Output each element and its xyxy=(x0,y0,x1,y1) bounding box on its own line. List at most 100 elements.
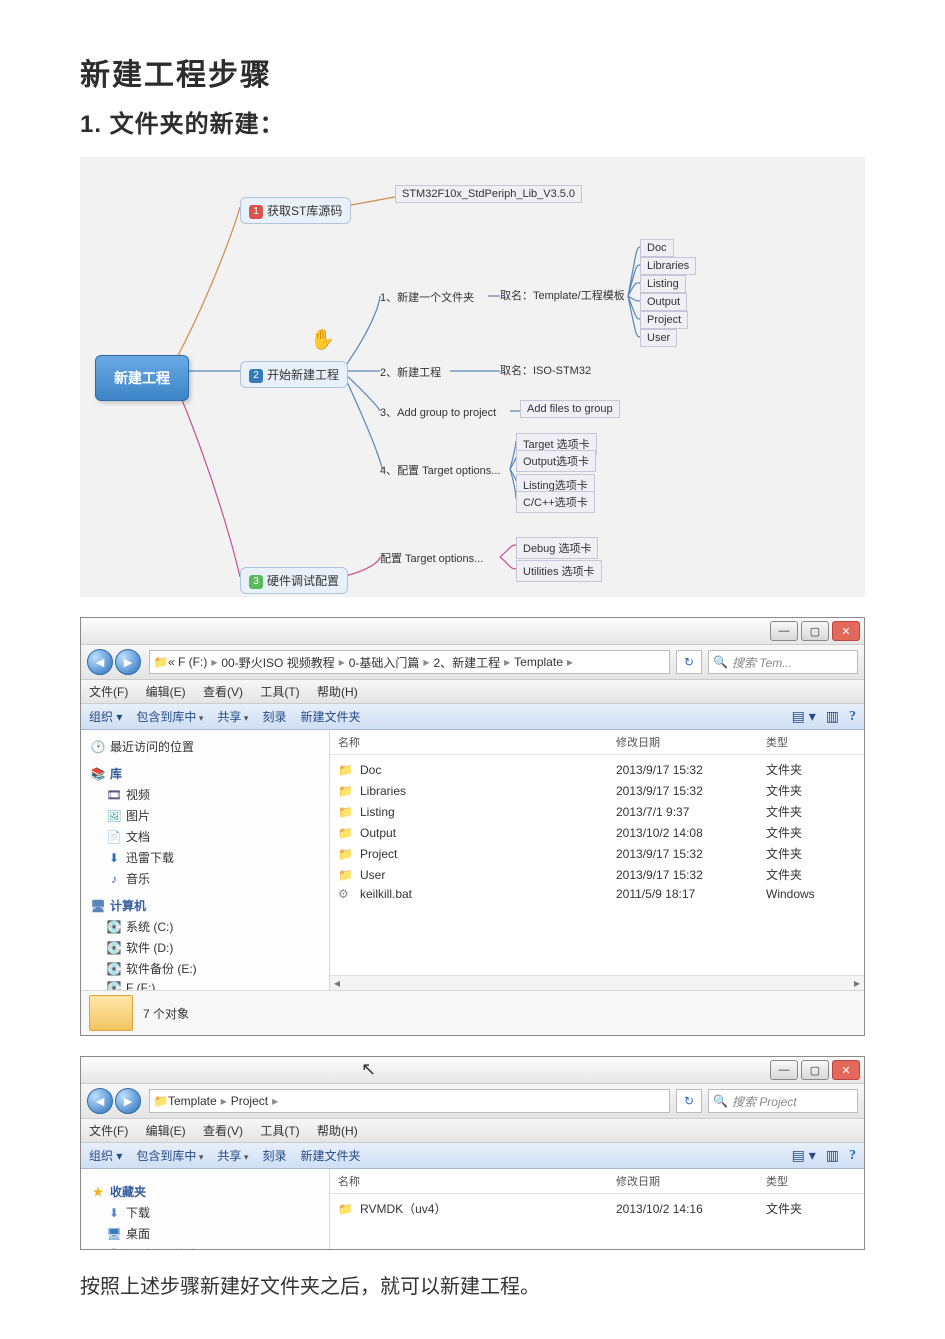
crumb-4[interactable]: Template xyxy=(514,655,563,669)
list-item[interactable]: 📁Libraries2013/9/17 15:32文件夹 xyxy=(330,780,864,801)
menu-bar[interactable]: 文件(F) 编辑(E) 查看(V) 工具(T) 帮助(H) xyxy=(81,680,864,704)
sidebar-videos[interactable]: 视频 xyxy=(126,786,150,803)
col-type[interactable]: 类型 xyxy=(766,734,856,750)
help-button[interactable]: ? xyxy=(849,1148,856,1164)
menu-view[interactable]: 查看(V) xyxy=(203,685,243,699)
crumb-3[interactable]: 2、新建工程 xyxy=(433,654,500,671)
crumb-1[interactable]: Project xyxy=(231,1094,268,1108)
sidebar-xunlei[interactable]: 迅雷下载 xyxy=(126,849,174,866)
scroll-left-icon[interactable]: ◂ xyxy=(330,976,344,990)
folder-icon: 📁 xyxy=(338,784,356,798)
nav-back-button[interactable]: ◄ xyxy=(87,1088,113,1114)
window-minimize-button[interactable]: — xyxy=(770,1060,798,1080)
list-item[interactable]: 📁Listing2013/7/1 9:37文件夹 xyxy=(330,801,864,822)
toolbar-burn[interactable]: 刻录 xyxy=(262,708,286,725)
column-headers[interactable]: 名称 修改日期 类型 xyxy=(330,1169,864,1194)
toolbar-organize[interactable]: 组织 ▾ xyxy=(89,1147,122,1164)
file-type: Windows xyxy=(766,887,856,901)
crumb-0[interactable]: « F (F:) xyxy=(168,655,207,669)
toolbar-share[interactable]: 共享 xyxy=(217,1147,248,1164)
navigation-pane[interactable]: ★收藏夹 ⬇下载 🖥桌面 🕑最近访问的位置 xyxy=(81,1169,330,1249)
nav-forward-button[interactable]: ► xyxy=(115,649,141,675)
file-name: Doc xyxy=(360,763,616,777)
sidebar-documents[interactable]: 文档 xyxy=(126,828,150,845)
crumb-2[interactable]: 0-基础入门篇 xyxy=(349,654,420,671)
sidebar-computer-head[interactable]: 计算机 xyxy=(110,897,146,914)
toolbar-include[interactable]: 包含到库中 xyxy=(136,1147,203,1164)
sidebar-drive-c[interactable]: 系统 (C:) xyxy=(126,918,173,935)
window-close-button[interactable]: ✕ xyxy=(832,1060,860,1080)
status-text: 7 个对象 xyxy=(143,1005,189,1022)
sidebar-pictures[interactable]: 图片 xyxy=(126,807,150,824)
preview-pane-button[interactable]: ▥ xyxy=(826,708,839,725)
menu-edit[interactable]: 编辑(E) xyxy=(146,1124,186,1138)
titlebar[interactable]: — ▢ ✕ xyxy=(81,618,864,645)
documents-icon: 📄 xyxy=(107,830,121,844)
list-item[interactable]: 📁User2013/9/17 15:32文件夹 xyxy=(330,864,864,885)
menu-tools[interactable]: 工具(T) xyxy=(260,685,299,699)
list-item[interactable]: ⚙keilkill.bat2011/5/9 18:17Windows xyxy=(330,885,864,903)
sidebar-desktop[interactable]: 桌面 xyxy=(126,1225,150,1242)
breadcrumb[interactable]: 📁 Template▸ Project▸ xyxy=(149,1089,670,1113)
horizontal-scrollbar[interactable]: ◂ ▸ xyxy=(330,975,864,990)
search-input[interactable]: 🔍 搜索 Tem... xyxy=(708,650,858,674)
menu-tools[interactable]: 工具(T) xyxy=(260,1124,299,1138)
sidebar-music[interactable]: 音乐 xyxy=(126,870,150,887)
menu-bar[interactable]: 文件(F) 编辑(E) 查看(V) 工具(T) 帮助(H) xyxy=(81,1119,864,1143)
toolbar-burn[interactable]: 刻录 xyxy=(262,1147,286,1164)
refresh-button[interactable]: ↻ xyxy=(676,650,702,674)
col-name[interactable]: 名称 xyxy=(338,734,616,750)
sidebar-favorites-head[interactable]: 收藏夹 xyxy=(110,1183,146,1200)
toolbar-share[interactable]: 共享 xyxy=(217,708,248,725)
menu-help[interactable]: 帮助(H) xyxy=(317,1124,358,1138)
folder-large-icon xyxy=(89,995,133,1031)
toolbar-newfolder[interactable]: 新建文件夹 xyxy=(300,708,360,725)
toolbar-organize[interactable]: 组织 ▾ xyxy=(89,708,122,725)
file-list[interactable]: 📁Doc2013/9/17 15:32文件夹 📁Libraries2013/9/… xyxy=(330,755,864,975)
list-item[interactable]: 📁Doc2013/9/17 15:32文件夹 xyxy=(330,759,864,780)
refresh-button[interactable]: ↻ xyxy=(676,1089,702,1113)
sidebar-recent[interactable]: 最近访问的位置 xyxy=(126,1246,210,1249)
list-item[interactable]: 📁Project2013/9/17 15:32文件夹 xyxy=(330,843,864,864)
menu-file[interactable]: 文件(F) xyxy=(89,685,128,699)
sidebar-drive-f[interactable]: F (F:) xyxy=(126,981,155,990)
scroll-right-icon[interactable]: ▸ xyxy=(850,976,864,990)
sidebar-libraries-head[interactable]: 库 xyxy=(110,765,122,782)
help-button[interactable]: ? xyxy=(849,709,856,725)
col-date[interactable]: 修改日期 xyxy=(616,734,766,750)
toolbar-newfolder[interactable]: 新建文件夹 xyxy=(300,1147,360,1164)
sidebar-downloads[interactable]: 下载 xyxy=(126,1204,150,1221)
nav-back-button[interactable]: ◄ xyxy=(87,649,113,675)
window-close-button[interactable]: ✕ xyxy=(832,621,860,641)
file-date: 2013/9/17 15:32 xyxy=(616,847,766,861)
window-maximize-button[interactable]: ▢ xyxy=(801,621,829,641)
window-minimize-button[interactable]: — xyxy=(770,621,798,641)
toolbar-include[interactable]: 包含到库中 xyxy=(136,708,203,725)
column-headers[interactable]: 名称 修改日期 类型 xyxy=(330,730,864,755)
col-name[interactable]: 名称 xyxy=(338,1173,616,1189)
col-type[interactable]: 类型 xyxy=(766,1173,856,1189)
sidebar-drive-d[interactable]: 软件 (D:) xyxy=(126,939,173,956)
col-date[interactable]: 修改日期 xyxy=(616,1173,766,1189)
view-options-button[interactable]: ▤ ▾ xyxy=(792,708,816,725)
crumb-0[interactable]: Template xyxy=(168,1094,217,1108)
view-options-button[interactable]: ▤ ▾ xyxy=(792,1147,816,1164)
sidebar-drive-e[interactable]: 软件备份 (E:) xyxy=(126,960,197,977)
list-item[interactable]: 📁Output2013/10/2 14:08文件夹 xyxy=(330,822,864,843)
sidebar-recent[interactable]: 最近访问的位置 xyxy=(110,738,194,755)
preview-pane-button[interactable]: ▥ xyxy=(826,1147,839,1164)
search-input[interactable]: 🔍 搜索 Project xyxy=(708,1089,858,1113)
list-item[interactable]: 📁RVMDK（uv4）2013/10/2 14:16文件夹 xyxy=(330,1198,864,1219)
crumb-1[interactable]: 00-野火ISO 视频教程 xyxy=(221,654,334,671)
menu-view[interactable]: 查看(V) xyxy=(203,1124,243,1138)
file-type: 文件夹 xyxy=(766,803,856,820)
breadcrumb[interactable]: 📁 « F (F:)▸ 00-野火ISO 视频教程▸ 0-基础入门篇▸ 2、新建… xyxy=(149,650,670,674)
menu-edit[interactable]: 编辑(E) xyxy=(146,685,186,699)
titlebar[interactable]: — ▢ ✕ xyxy=(81,1057,864,1084)
file-list[interactable]: 📁RVMDK（uv4）2013/10/2 14:16文件夹 xyxy=(330,1194,864,1249)
nav-forward-button[interactable]: ► xyxy=(115,1088,141,1114)
menu-file[interactable]: 文件(F) xyxy=(89,1124,128,1138)
navigation-pane[interactable]: 🕑最近访问的位置 📚库 🎞视频 🖼图片 📄文档 ⬇迅雷下载 ♪音乐 🖥计算机 💽… xyxy=(81,730,330,990)
window-maximize-button[interactable]: ▢ xyxy=(801,1060,829,1080)
menu-help[interactable]: 帮助(H) xyxy=(317,685,358,699)
